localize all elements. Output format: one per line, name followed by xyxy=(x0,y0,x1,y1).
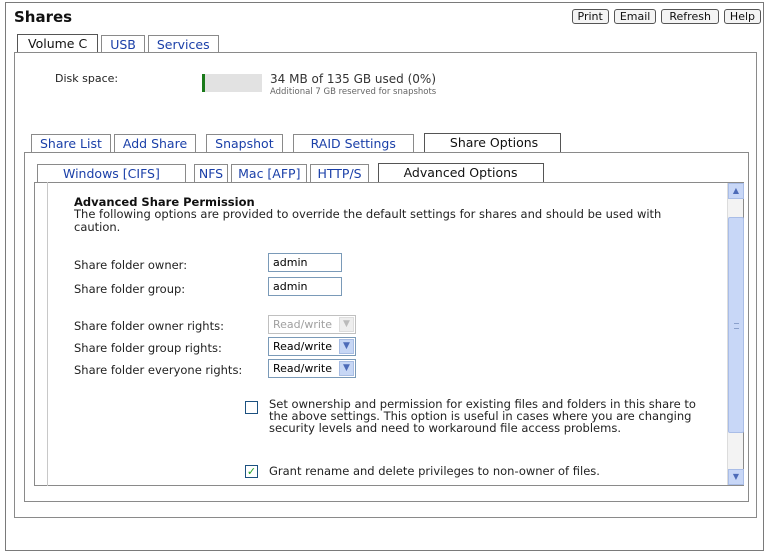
scroll-up-icon[interactable]: ▲ xyxy=(728,183,744,199)
email-button[interactable]: Email xyxy=(613,9,657,24)
grip-icon xyxy=(734,323,739,329)
tab-nfs[interactable]: NFS xyxy=(193,164,229,183)
owner-rights-value: Read/write xyxy=(273,318,333,331)
everyone-rights-select[interactable]: Read/write ▼ xyxy=(268,359,356,378)
owner-label: Share folder owner: xyxy=(74,258,188,272)
scroll-down-icon[interactable]: ▼ xyxy=(728,469,744,485)
group-rights-value: Read/write xyxy=(273,340,333,353)
checkmark-icon: ✓ xyxy=(246,465,257,478)
chevron-down-icon: ▼ xyxy=(339,361,354,376)
header-toolbar: Print Email Refresh Help xyxy=(571,9,761,24)
disk-reserved-text: Additional 7 GB reserved for snapshots xyxy=(270,87,437,97)
tab-https[interactable]: HTTP/S xyxy=(310,164,369,183)
owner-rights-label: Share folder owner rights: xyxy=(74,319,224,333)
group-rights-select[interactable]: Read/write ▼ xyxy=(268,337,356,356)
disk-usage-text: 34 MB of 135 GB used (0%) xyxy=(270,72,437,86)
tab-share-options[interactable]: Share Options xyxy=(423,133,562,153)
disk-usage-bar xyxy=(202,74,262,92)
tab-snapshot[interactable]: Snapshot xyxy=(206,134,283,153)
share-tabs: Share List Add Share Snapshot RAID Setti… xyxy=(31,133,564,153)
set-ownership-text: Set ownership and permission for existin… xyxy=(269,397,696,435)
tab-mac-afp[interactable]: Mac [AFP] xyxy=(231,164,308,183)
disk-space-label: Disk space: xyxy=(55,72,119,85)
everyone-rights-label: Share folder everyone rights: xyxy=(74,363,243,377)
set-ownership-checkbox[interactable] xyxy=(245,401,258,414)
group-input[interactable] xyxy=(268,277,342,296)
scroll-thumb[interactable] xyxy=(728,217,744,433)
group-rights-label: Share folder group rights: xyxy=(74,341,222,355)
volume-tabs: Volume C USB Services xyxy=(17,34,222,54)
content-divider xyxy=(47,182,48,486)
owner-input[interactable] xyxy=(268,253,342,272)
section-description: The following options are provided to ov… xyxy=(74,207,662,234)
chevron-down-icon: ▼ xyxy=(339,317,354,332)
tab-advanced-options[interactable]: Advanced Options xyxy=(377,163,544,183)
print-button[interactable]: Print xyxy=(571,9,609,24)
tab-share-list[interactable]: Share List xyxy=(31,134,111,153)
page-title: Shares xyxy=(14,8,73,26)
owner-rights-select[interactable]: Read/write ▼ xyxy=(268,315,356,334)
group-label: Share folder group: xyxy=(74,282,186,296)
help-button[interactable]: Help xyxy=(723,9,761,24)
protocol-tabs: Windows [CIFS] NFS Mac [AFP] HTTP/S Adva… xyxy=(37,163,547,183)
chevron-down-icon: ▼ xyxy=(339,339,354,354)
everyone-rights-value: Read/write xyxy=(273,362,333,375)
content-scrollbar[interactable]: ▲ ▼ xyxy=(727,183,744,485)
tab-raid-settings[interactable]: RAID Settings xyxy=(292,134,414,153)
tab-windows-cifs[interactable]: Windows [CIFS] xyxy=(37,164,186,183)
tab-volume-c[interactable]: Volume C xyxy=(17,34,99,54)
grant-rename-text: Grant rename and delete privileges to no… xyxy=(269,464,600,478)
grant-rename-checkbox[interactable]: ✓ xyxy=(245,465,258,478)
tab-add-share[interactable]: Add Share xyxy=(113,134,197,153)
refresh-button[interactable]: Refresh xyxy=(661,9,719,24)
